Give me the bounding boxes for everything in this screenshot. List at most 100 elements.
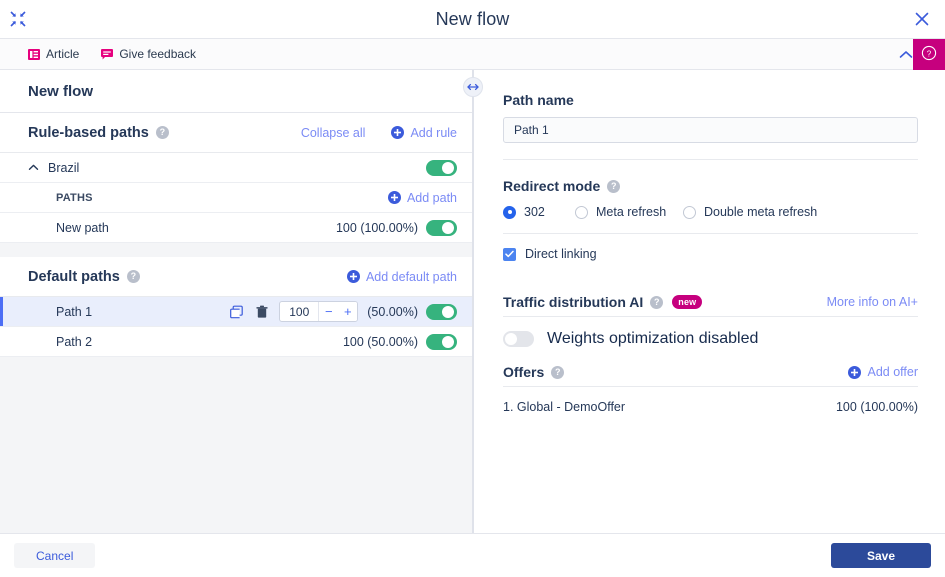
- flow-structure-pane: New flow Rule-based paths ? Collapse all: [0, 70, 473, 533]
- path-name-input[interactable]: [503, 117, 918, 143]
- question-icon[interactable]: ?: [126, 270, 140, 283]
- offer-weight: 100 (100.00%): [835, 400, 918, 414]
- page-title: New flow: [435, 8, 510, 29]
- flow-structure-scroll: New flow Rule-based paths ? Collapse all: [0, 70, 473, 533]
- weight-stepper[interactable]: 100 − +: [279, 301, 359, 322]
- path-enabled-toggle[interactable]: [426, 219, 457, 236]
- section-gap: [0, 243, 473, 257]
- weights-optimization-toggle[interactable]: [503, 331, 534, 347]
- radio-label: Double meta refresh: [704, 205, 818, 219]
- article-icon: [28, 48, 40, 60]
- flow-name-label: New flow: [28, 82, 94, 100]
- radio-label: 302: [524, 205, 545, 219]
- close-icon[interactable]: [911, 8, 933, 30]
- radio-option-meta-refresh[interactable]: Meta refresh: [575, 205, 683, 219]
- offer-row[interactable]: 1. Global - DemoOffer 100 (100.00%): [503, 400, 918, 414]
- add-rule-button[interactable]: Add rule: [391, 126, 457, 140]
- redirect-mode-options: 302 Meta refresh Double meta refresh: [503, 205, 915, 219]
- path-weight: 100 (100.00%): [335, 220, 418, 235]
- add-path-label: Add path: [406, 190, 457, 205]
- default-path-row-1[interactable]: Path 1 100 − + (50.00%): [0, 297, 473, 327]
- chevron-up-icon: [899, 46, 913, 64]
- weights-optimization-row[interactable]: Weights optimization disabled: [503, 330, 915, 348]
- horizontal-arrows-icon: [467, 83, 479, 91]
- add-default-path-label: Add default path: [365, 269, 457, 284]
- add-offer-label: Add offer: [867, 365, 918, 379]
- rule-based-paths-title: Rule-based paths: [28, 124, 149, 141]
- plus-circle-icon: [346, 270, 360, 283]
- new-badge: new: [672, 295, 703, 309]
- default-path-name: Path 1: [56, 304, 93, 319]
- cancel-button[interactable]: Cancel: [14, 543, 96, 568]
- save-button[interactable]: Save: [830, 543, 931, 568]
- row-tools: [230, 305, 269, 319]
- question-icon[interactable]: ?: [650, 295, 664, 309]
- paths-label: PATHS: [56, 191, 93, 204]
- article-link[interactable]: Article: [28, 47, 79, 61]
- radio-icon: [683, 205, 696, 219]
- help-button[interactable]: ?: [913, 39, 945, 71]
- comment-icon: [101, 48, 114, 60]
- add-offer-button[interactable]: Add offer: [848, 365, 918, 379]
- checkbox-icon: [503, 247, 516, 261]
- pane-resizer[interactable]: [463, 70, 483, 533]
- collapse-toolbar-button[interactable]: [899, 39, 913, 71]
- radio-label: Meta refresh: [596, 205, 667, 219]
- paths-subheader: PATHS Add path: [0, 183, 473, 213]
- weight-input[interactable]: 100: [280, 305, 318, 319]
- give-feedback-link[interactable]: Give feedback: [101, 47, 196, 61]
- default-path-percent: (50.00%): [367, 304, 418, 319]
- default-paths-title: Default paths: [28, 268, 120, 285]
- traffic-ai-title-group: Traffic distribution AI ?: [503, 294, 664, 310]
- question-icon[interactable]: ?: [155, 126, 169, 139]
- default-path-weight: 100 (50.00%): [342, 334, 418, 349]
- direct-linking-checkbox-row[interactable]: Direct linking: [503, 247, 915, 261]
- question-icon[interactable]: ?: [607, 179, 621, 193]
- help-circle-icon: ?: [921, 45, 937, 66]
- add-default-path-button[interactable]: Add default path: [346, 269, 457, 284]
- collapse-all-link[interactable]: Collapse all: [301, 126, 366, 140]
- article-label: Article: [46, 47, 80, 61]
- default-path-name: Path 2: [56, 334, 93, 349]
- offers-title: Offers: [503, 364, 545, 380]
- collapse-arrows-icon[interactable]: [8, 9, 28, 29]
- traffic-ai-header: Traffic distribution AI ? new More info …: [503, 294, 918, 317]
- dialog-body: New flow Rule-based paths ? Collapse all: [0, 70, 945, 533]
- radio-option-double-meta-refresh[interactable]: Double meta refresh: [683, 205, 817, 219]
- rule-row-brazil[interactable]: Brazil: [0, 153, 473, 183]
- give-feedback-label: Give feedback: [119, 47, 197, 61]
- default-path-row-2[interactable]: Path 2 100 (50.00%): [0, 327, 473, 357]
- resize-handle[interactable]: [463, 77, 483, 97]
- weight-increment-button[interactable]: +: [338, 302, 358, 321]
- radio-icon: [503, 205, 516, 219]
- path-details-pane: Path name Redirect mode ? 302 Meta refre…: [473, 70, 945, 533]
- offers-header: Offers ? Add offer: [503, 364, 918, 387]
- path-row-new-path[interactable]: New path 100 (100.00%): [0, 213, 473, 243]
- radio-option-302[interactable]: 302: [503, 205, 575, 219]
- default-paths-card: Default paths ? Add default path Path 1 …: [0, 257, 473, 357]
- default-path-enabled-toggle[interactable]: [426, 333, 457, 350]
- plus-circle-icon: [391, 126, 405, 139]
- offer-name: 1. Global - DemoOffer: [503, 400, 626, 414]
- trash-icon[interactable]: [255, 305, 269, 319]
- new-flow-dialog: New flow Article Give feedback ? New flo…: [0, 0, 945, 577]
- dialog-titlebar: New flow: [0, 0, 945, 38]
- weight-decrement-button[interactable]: −: [319, 302, 339, 321]
- svg-text:?: ?: [927, 49, 932, 58]
- offers-title-group: Offers ?: [503, 364, 565, 380]
- more-info-on-ai-link[interactable]: More info on AI+: [827, 295, 918, 309]
- redirect-mode-label: Redirect mode: [503, 178, 601, 194]
- plus-circle-icon: [848, 365, 862, 379]
- copy-icon[interactable]: [230, 305, 244, 319]
- rule-based-paths-header: Rule-based paths ? Collapse all Add rule: [0, 113, 473, 153]
- default-path-enabled-toggle[interactable]: [426, 303, 457, 320]
- chevron-up-icon[interactable]: [28, 162, 39, 173]
- add-path-button[interactable]: Add path: [387, 190, 457, 205]
- question-icon[interactable]: ?: [551, 365, 565, 379]
- redirect-mode-title: Redirect mode ?: [503, 178, 915, 194]
- rule-enabled-toggle[interactable]: [426, 159, 457, 176]
